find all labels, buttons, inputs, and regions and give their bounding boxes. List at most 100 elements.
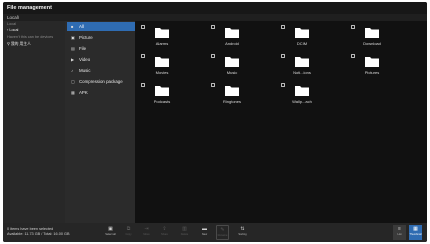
checkbox[interactable] <box>281 25 285 29</box>
toolbar-label: Share <box>161 233 168 236</box>
folder-name: Podcasts <box>153 99 171 104</box>
move-button[interactable]: ⇥ Move <box>140 225 153 240</box>
folder-name: Alarms <box>155 41 169 46</box>
toolbar-label: Rename <box>217 234 228 237</box>
category-label: File <box>79 46 87 51</box>
storage-info: Available: 11.73 GB / Total: 16.00 GB <box>7 232 70 236</box>
sidebar-item-local[interactable]: › Local <box>7 27 18 33</box>
folder-item[interactable]: Podcasts <box>141 82 199 114</box>
rename-icon: ✎ <box>220 227 225 233</box>
folder-name: Android <box>225 41 239 46</box>
checkbox[interactable] <box>141 54 145 58</box>
share-button[interactable]: ⇪ Share <box>158 225 171 240</box>
category-item[interactable]: ♪ Music <box>67 66 135 75</box>
category-item[interactable]: ▤ File <box>67 44 135 53</box>
picture-icon: ▣ <box>71 35 75 40</box>
sidebar-item-label: Local <box>9 28 19 32</box>
toolbar-label: Sorting <box>238 233 247 236</box>
folder-icon <box>155 57 169 67</box>
copy-button[interactable]: ⧉ Copy <box>122 225 135 240</box>
share-icon: ⇪ <box>162 226 167 232</box>
folder-name: Download <box>363 41 381 46</box>
folder-name: Noti...ions <box>293 70 311 75</box>
folder-item[interactable]: Android <box>211 24 269 56</box>
all-icon: ■ <box>71 24 74 29</box>
folder-name: DCIM <box>296 41 308 46</box>
toolbar-label: New <box>201 233 208 236</box>
select-all-icon: ▣ <box>108 226 113 232</box>
sidebar-remote-heading: Haven't this can be devices <box>7 35 54 39</box>
list-view-icon: ≡ <box>398 226 401 232</box>
category-item[interactable]: ▦ APK <box>67 88 135 97</box>
checkbox[interactable] <box>141 83 145 87</box>
thumbnail-view-icon: ▦ <box>413 226 418 232</box>
file-icon: ▤ <box>71 46 75 51</box>
file-grid: Alarms Android DCIM Download Movies Music Noti… <box>135 21 427 223</box>
folder-icon <box>295 28 309 38</box>
folder-name: Ringtones <box>222 99 241 104</box>
checkbox[interactable] <box>351 25 355 29</box>
music-icon: ♪ <box>71 68 73 73</box>
checkbox[interactable] <box>211 25 215 29</box>
category-item[interactable]: ▣ Picture <box>67 33 135 42</box>
sort-button[interactable]: ⇅ Sorting <box>236 225 249 240</box>
category-label: APK <box>79 90 88 95</box>
toolbar-label: Copy <box>125 233 132 236</box>
folder-item[interactable]: Wallp...ach <box>281 82 339 114</box>
list-view-toggle[interactable]: ≡ List <box>393 225 406 240</box>
folder-item[interactable]: Movies <box>141 53 199 85</box>
checkbox[interactable] <box>281 83 285 87</box>
select-all-button[interactable]: ▣ Select all <box>104 225 117 240</box>
folder-icon <box>225 57 239 67</box>
category-label: Video <box>79 57 91 62</box>
folder-icon <box>295 57 309 67</box>
folder-icon <box>365 57 379 67</box>
sidebar-item-device[interactable]: ⚲ 我的 用主人 <box>7 41 31 47</box>
folder-icon <box>155 86 169 96</box>
thumbnail-view-toggle[interactable]: ▦ Thumbnail <box>409 225 422 240</box>
toolbar-label: Thumbnail <box>409 233 422 236</box>
category-label: Music <box>79 68 91 73</box>
compression-icon: ▢ <box>71 79 75 84</box>
checkbox[interactable] <box>211 83 215 87</box>
delete-icon: ▥ <box>182 226 187 232</box>
toolbar-label: List <box>397 233 402 236</box>
app-window: File management Local\ Local › Local Hav… <box>3 2 427 242</box>
folder-item[interactable]: Download <box>351 24 409 56</box>
sidebar-item-label: 我的 用主人 <box>10 42 31 46</box>
move-icon: ⇥ <box>144 226 149 232</box>
category-label: Compression package <box>79 79 123 84</box>
sort-icon: ⇅ <box>240 226 245 232</box>
new-folder-button[interactable]: ▬ New <box>198 225 211 240</box>
folder-item[interactable]: Pictures <box>351 53 409 85</box>
toolbar-label: Move <box>143 233 150 236</box>
folder-icon <box>225 28 239 38</box>
folder-item[interactable]: Noti...ions <box>281 53 339 85</box>
folder-item[interactable]: DCIM <box>281 24 339 56</box>
checkbox[interactable] <box>141 25 145 29</box>
folder-icon <box>365 28 379 38</box>
checkbox[interactable] <box>351 54 355 58</box>
folder-name: Wallp...ach <box>292 99 312 104</box>
folder-icon <box>295 86 309 96</box>
folder-icon <box>155 28 169 38</box>
folder-name: Music <box>226 70 238 75</box>
category-item[interactable]: ■ All <box>67 22 135 31</box>
device-icon: ⚲ <box>7 42 10 46</box>
delete-button[interactable]: ▥ Delete <box>178 225 191 240</box>
checkbox[interactable] <box>211 54 215 58</box>
rename-button[interactable]: ✎ Rename <box>216 225 229 240</box>
toolbar-label: Select all <box>105 233 116 236</box>
folder-item[interactable]: Music <box>211 53 269 85</box>
category-list: ■ All ▣ Picture ▤ File ▶ Video ♪ Music ▢ Compressio… <box>65 21 135 223</box>
folder-icon <box>225 86 239 96</box>
video-icon: ▶ <box>71 57 75 62</box>
category-item[interactable]: ▶ Video <box>67 55 135 64</box>
folder-name: Movies <box>155 70 169 75</box>
apk-icon: ▦ <box>71 90 75 95</box>
new-folder-icon: ▬ <box>202 226 207 232</box>
checkbox[interactable] <box>281 54 285 58</box>
folder-item[interactable]: Ringtones <box>211 82 269 114</box>
folder-item[interactable]: Alarms <box>141 24 199 56</box>
category-item[interactable]: ▢ Compression package <box>67 77 135 86</box>
